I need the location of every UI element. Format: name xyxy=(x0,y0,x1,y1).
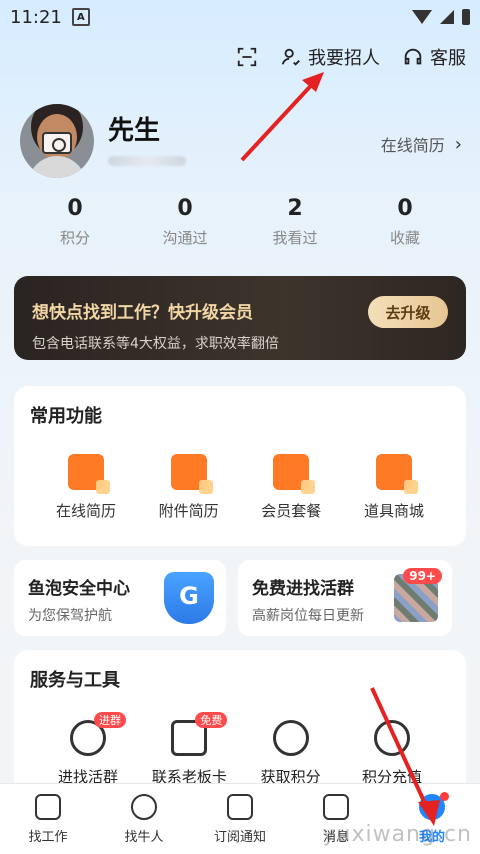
recruit-label: 我要招人 xyxy=(308,48,380,69)
func-prop-store[interactable]: 道具商城 xyxy=(346,454,442,521)
nav-subscriptions[interactable]: 订阅通知 xyxy=(192,784,288,854)
nav-label: 找牛人 xyxy=(124,830,164,845)
group-count-badge: 99+ xyxy=(403,568,442,584)
func-member-package[interactable]: 会员套餐 xyxy=(243,454,339,521)
func-label: 道具商城 xyxy=(363,502,424,520)
stat-value: 0 xyxy=(67,196,83,221)
func-label: 会员套餐 xyxy=(261,502,322,520)
online-resume-link[interactable]: 在线简历 › xyxy=(381,132,462,156)
func-label: 附件简历 xyxy=(158,502,219,520)
stat-viewed[interactable]: 2 我看过 xyxy=(240,196,350,248)
svc-tag: 进群 xyxy=(94,712,126,728)
status-time: 11:21 xyxy=(10,6,62,28)
chevron-right-icon: › xyxy=(454,133,462,155)
nav-find-talent[interactable]: 找牛人 xyxy=(96,784,192,854)
func-label: 在线简历 xyxy=(55,502,116,520)
stat-label: 积分 xyxy=(59,229,90,247)
user-icon xyxy=(281,48,300,66)
star-recharge-icon xyxy=(373,720,410,756)
folder-icon xyxy=(170,454,213,494)
avatar[interactable] xyxy=(20,104,94,178)
notification-dot xyxy=(440,792,449,801)
online-resume-label: 在线简历 xyxy=(380,136,445,155)
stat-label: 沟通过 xyxy=(162,229,208,247)
member-upgrade-banner[interactable]: 想快点找到工作？快升级会员 包含电话联系等4大权益，求职效率翻倍 去升级 xyxy=(14,276,466,360)
scan-button[interactable] xyxy=(236,46,258,68)
gift-icon xyxy=(375,454,418,494)
security-center-card[interactable]: 鱼泡安全中心 为您保驾护航 xyxy=(14,560,226,636)
stat-points[interactable]: 0 积分 xyxy=(20,196,130,248)
nav-label: 订阅通知 xyxy=(213,830,266,845)
upgrade-button[interactable]: 去升级 xyxy=(368,296,448,328)
top-actions: 我要招人 客服 xyxy=(236,44,466,70)
services-title: 服务与工具 xyxy=(30,670,120,691)
svc-get-points[interactable]: 获取积分 xyxy=(243,720,339,787)
briefcase-icon xyxy=(35,794,61,820)
common-functions-row: 在线简历 附件简历 会员套餐 道具商城 xyxy=(30,454,450,521)
banner-subtitle: 包含电话联系等4大权益，求职效率翻倍 xyxy=(32,336,279,352)
stat-value: 0 xyxy=(397,196,413,221)
camera-icon xyxy=(42,132,72,154)
stat-value: 2 xyxy=(287,196,303,221)
signal-icon xyxy=(440,10,454,24)
star-badge-icon xyxy=(272,720,309,756)
status-bar: 11:21 A xyxy=(0,0,480,34)
services-row: 进群 进找活群 免费 联系老板卡 获取积分 积分充值 xyxy=(30,712,450,787)
stat-contacted[interactable]: 0 沟通过 xyxy=(130,196,240,248)
shopping-bag-icon xyxy=(273,454,316,494)
func-attachment-resume[interactable]: 附件简历 xyxy=(141,454,237,521)
svc-tag: 免费 xyxy=(195,712,228,728)
svc-points-recharge[interactable]: 积分充值 xyxy=(344,720,440,787)
plus-bookmark-icon xyxy=(227,794,253,820)
battery-icon xyxy=(462,9,470,25)
stat-favorites[interactable]: 0 收藏 xyxy=(350,196,460,248)
helmet-icon xyxy=(131,794,157,820)
stat-label: 收藏 xyxy=(389,229,420,247)
avatar-body xyxy=(28,156,86,178)
svc-boss-contact-card[interactable]: 免费 联系老板卡 xyxy=(141,712,237,787)
nav-label: 找工作 xyxy=(28,830,68,845)
recruit-button[interactable]: 我要招人 xyxy=(280,44,380,70)
stat-label: 我看过 xyxy=(272,229,318,247)
func-online-resume[interactable]: 在线简历 xyxy=(38,454,134,521)
resume-icon xyxy=(68,454,110,494)
scan-icon xyxy=(237,47,257,67)
status-left: 11:21 A xyxy=(10,7,90,28)
profile-blurred-info xyxy=(108,156,186,166)
shield-icon xyxy=(164,572,214,624)
wifi-icon xyxy=(412,10,432,24)
headset-icon xyxy=(404,48,422,65)
status-badge: A xyxy=(71,8,90,26)
stats-row: 0 积分 0 沟通过 2 我看过 0 收藏 xyxy=(20,196,460,248)
customer-service-button[interactable]: 客服 xyxy=(402,44,466,70)
message-icon xyxy=(323,794,349,820)
profile-name: 先生 xyxy=(108,116,161,146)
nav-find-job[interactable]: 找工作 xyxy=(0,784,96,854)
common-functions-card: 常用功能 在线简历 附件简历 会员套餐 道具商城 xyxy=(14,386,466,546)
common-functions-title: 常用功能 xyxy=(30,406,102,427)
stat-value: 0 xyxy=(177,196,193,221)
svc-join-group[interactable]: 进群 进找活群 xyxy=(40,712,136,787)
join-group-card[interactable]: 免费进找活群 高薪岗位每日更新 99+ xyxy=(238,560,452,636)
status-right xyxy=(412,9,470,25)
service-label: 客服 xyxy=(430,48,466,69)
site-watermark: yuxiwang.cn xyxy=(322,822,472,847)
